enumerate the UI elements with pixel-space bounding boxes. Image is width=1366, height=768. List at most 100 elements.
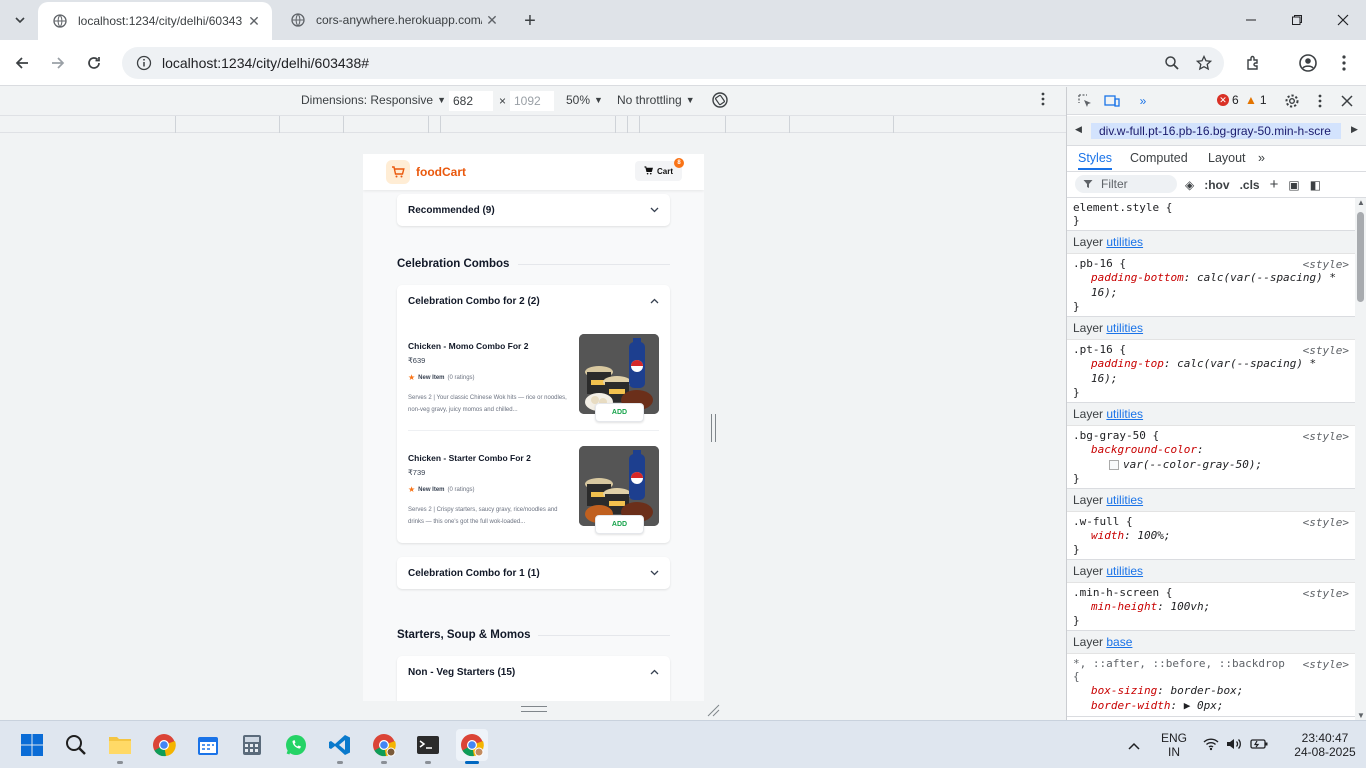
css-rule[interactable]: .pb-16 { <style> padding-bottom: calc(va… <box>1067 254 1355 317</box>
tab-cors-anywhere[interactable]: cors-anywhere.herokuapp.com/ ✕ <box>276 0 510 40</box>
inspect-element-icon[interactable] <box>1077 93 1093 109</box>
accordion-non-veg-starters[interactable]: Non - Veg Starters (15) <box>397 656 670 701</box>
layer-link[interactable]: utilities <box>1106 235 1143 249</box>
css-property[interactable]: box-sizing <box>1091 684 1157 697</box>
close-tab-icon[interactable]: ✕ <box>482 10 502 30</box>
maximize-button[interactable] <box>1274 0 1320 40</box>
resize-handle-right[interactable] <box>711 414 716 442</box>
close-tab-icon[interactable]: ✕ <box>244 11 264 31</box>
css-rule[interactable]: .bg-gray-50 { <style> background-color: … <box>1067 426 1355 489</box>
tab-localhost[interactable]: localhost:1234/city/delhi/60343 ✕ <box>38 2 272 40</box>
address-bar[interactable]: localhost:1234/city/delhi/603438# <box>122 47 1224 79</box>
browser-menu-icon[interactable] <box>1332 51 1356 75</box>
calculator-icon[interactable] <box>236 729 268 761</box>
new-tab-button[interactable]: + <box>518 9 542 33</box>
css-property[interactable]: padding-top <box>1091 357 1164 370</box>
devtools-menu-icon[interactable] <box>1312 93 1328 109</box>
breadcrumb-left-arrow[interactable]: ◀ <box>1075 124 1082 135</box>
breadcrumb-selected[interactable]: div.w-full.pt-16.pb-16.bg-gray-50.min-h-… <box>1091 123 1341 139</box>
volume-icon[interactable] <box>1226 737 1242 756</box>
add-button[interactable]: ADD <box>595 403 644 422</box>
accordion-header[interactable]: Celebration Combo for 2 (2) <box>397 285 670 317</box>
paint-brush-icon[interactable]: ▣ <box>1288 178 1299 192</box>
layer-link[interactable]: utilities <box>1106 493 1143 507</box>
vscode-icon[interactable] <box>324 729 356 764</box>
css-value[interactable]: ▶ 0px; <box>1184 699 1224 712</box>
layers-icon[interactable]: ◈ <box>1185 178 1194 192</box>
device-toggle-icon[interactable] <box>1104 93 1120 109</box>
sidebar-toggle-icon[interactable]: ◧ <box>1310 178 1321 192</box>
close-window-button[interactable] <box>1320 0 1366 40</box>
add-button[interactable]: ADD <box>595 515 644 534</box>
accordion-combo-for-1[interactable]: Celebration Combo for 1 (1) <box>397 557 670 589</box>
bookmark-star-icon[interactable] <box>1192 51 1216 75</box>
resize-handle-bottom[interactable] <box>521 706 547 712</box>
height-input[interactable] <box>510 91 554 111</box>
file-explorer-icon[interactable] <box>104 729 136 764</box>
css-property[interactable]: width <box>1091 529 1124 542</box>
css-rule[interactable]: .pt-16 { <style> padding-top: calc(var(-… <box>1067 340 1355 403</box>
forward-button[interactable] <box>46 51 70 75</box>
battery-icon[interactable] <box>1250 737 1268 756</box>
chrome-active-icon[interactable] <box>456 729 488 764</box>
warning-count[interactable]: ▲ 1 <box>1245 93 1267 107</box>
styles-filter-input[interactable]: Filter <box>1075 175 1177 193</box>
css-rule[interactable]: .min-h-screen { <style> min-height: 100v… <box>1067 583 1355 631</box>
terminal-icon[interactable] <box>412 729 444 764</box>
chrome-icon[interactable] <box>148 729 180 761</box>
back-button[interactable] <box>10 51 34 75</box>
scroll-down-icon[interactable]: ▼ <box>1357 711 1365 720</box>
tab-computed[interactable]: Computed <box>1130 151 1188 165</box>
css-property[interactable]: min-height <box>1091 600 1157 613</box>
layer-link[interactable]: utilities <box>1106 564 1143 578</box>
minimize-button[interactable] <box>1228 0 1274 40</box>
css-property[interactable]: background-color <box>1091 443 1197 456</box>
styles-scrollbar[interactable]: ▲ ▼ <box>1355 198 1366 720</box>
more-panels-icon[interactable]: » <box>1135 93 1151 109</box>
css-value[interactable]: 100vh; <box>1170 600 1210 613</box>
rule-source[interactable]: <style> <box>1303 658 1349 671</box>
wifi-icon[interactable] <box>1203 737 1219 756</box>
tab-layout[interactable]: Layout <box>1208 151 1246 165</box>
settings-gear-icon[interactable] <box>1284 93 1300 109</box>
layer-link[interactable]: utilities <box>1106 321 1143 335</box>
cls-toggle[interactable]: .cls <box>1240 178 1260 192</box>
chrome-profile-icon[interactable] <box>368 729 400 764</box>
more-tabs-icon[interactable]: » <box>1258 151 1265 165</box>
media-query-ruler[interactable] <box>0 115 1066 133</box>
rule-source[interactable]: <style> <box>1303 587 1349 600</box>
breadcrumb-right-arrow[interactable]: ▶ <box>1351 124 1358 135</box>
rotate-button[interactable] <box>711 91 962 109</box>
profile-icon[interactable] <box>1296 51 1320 75</box>
error-count[interactable]: ✕ 6 <box>1217 93 1239 107</box>
tab-search-button[interactable] <box>8 8 32 32</box>
scroll-up-icon[interactable]: ▲ <box>1357 198 1365 207</box>
site-info-icon[interactable] <box>134 53 154 73</box>
layer-link[interactable]: base <box>1106 635 1132 649</box>
css-value[interactable]: border-box; <box>1170 684 1243 697</box>
zoom-icon[interactable] <box>1160 51 1184 75</box>
calendar-icon[interactable] <box>192 729 224 761</box>
css-value[interactable]: var(--color-gray-50); <box>1123 458 1262 471</box>
extensions-icon[interactable] <box>1242 51 1266 75</box>
new-rule-icon[interactable]: + <box>1270 176 1279 193</box>
css-value[interactable]: 100%; <box>1137 529 1170 542</box>
language-indicator[interactable]: ENG IN <box>1160 731 1188 759</box>
rule-source[interactable]: <style> <box>1303 344 1349 357</box>
layer-link[interactable]: utilities <box>1106 407 1143 421</box>
clock[interactable]: 23:40:47 24-08-2025 <box>1292 731 1358 759</box>
tray-chevron-up-icon[interactable] <box>1128 737 1140 755</box>
whatsapp-icon[interactable] <box>280 729 312 761</box>
css-rule[interactable]: .w-full { <style> width: 100%; } <box>1067 512 1355 560</box>
reload-button[interactable] <box>82 51 106 75</box>
tab-styles[interactable]: Styles <box>1078 151 1113 170</box>
windows-start-icon[interactable] <box>16 729 48 761</box>
rule-source[interactable]: <style> <box>1303 430 1349 443</box>
resize-handle-corner[interactable] <box>706 703 720 717</box>
rule-source[interactable]: <style> <box>1303 258 1349 271</box>
close-devtools-icon[interactable] <box>1339 93 1355 109</box>
width-input[interactable] <box>449 91 493 111</box>
css-rule[interactable]: *, ::after, ::before, ::backdrop { <styl… <box>1067 654 1355 717</box>
css-property[interactable]: border-width <box>1091 699 1170 712</box>
rule-source[interactable]: <style> <box>1303 516 1349 529</box>
